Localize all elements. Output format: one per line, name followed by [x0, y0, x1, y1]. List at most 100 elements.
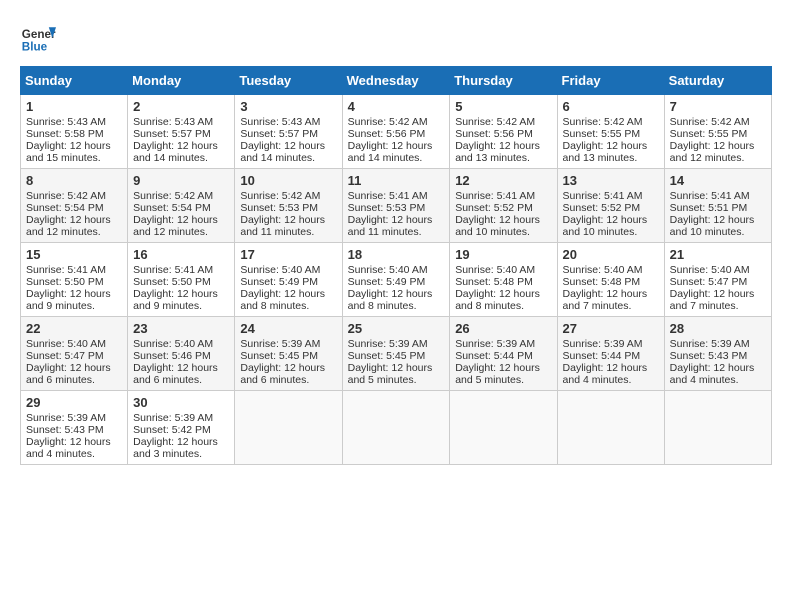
- day-info-line: Daylight: 12 hours: [133, 288, 229, 300]
- day-number: 6: [563, 99, 659, 114]
- day-info-line: Daylight: 12 hours: [240, 288, 336, 300]
- day-info-line: Daylight: 12 hours: [563, 288, 659, 300]
- day-info-line: Daylight: 12 hours: [26, 214, 122, 226]
- day-info-line: Daylight: 12 hours: [26, 288, 122, 300]
- day-info-line: Sunset: 5:43 PM: [26, 424, 122, 436]
- week-row-1: 1Sunrise: 5:43 AMSunset: 5:58 PMDaylight…: [21, 95, 772, 169]
- day-info-line: Daylight: 12 hours: [670, 362, 766, 374]
- day-info-line: Sunrise: 5:40 AM: [133, 338, 229, 350]
- day-info-line: Daylight: 12 hours: [348, 288, 445, 300]
- day-info-line: Sunrise: 5:43 AM: [240, 116, 336, 128]
- header-saturday: Saturday: [664, 67, 771, 95]
- day-cell-16: 16Sunrise: 5:41 AMSunset: 5:50 PMDayligh…: [128, 243, 235, 317]
- day-cell-6: 6Sunrise: 5:42 AMSunset: 5:55 PMDaylight…: [557, 95, 664, 169]
- day-number: 24: [240, 321, 336, 336]
- day-info-line: Sunset: 5:50 PM: [133, 276, 229, 288]
- day-cell-30: 30Sunrise: 5:39 AMSunset: 5:42 PMDayligh…: [128, 391, 235, 465]
- day-cell-8: 8Sunrise: 5:42 AMSunset: 5:54 PMDaylight…: [21, 169, 128, 243]
- day-number: 21: [670, 247, 766, 262]
- day-info-line: and 13 minutes.: [455, 152, 551, 164]
- day-info-line: Sunset: 5:43 PM: [670, 350, 766, 362]
- day-info-line: Daylight: 12 hours: [563, 140, 659, 152]
- day-info-line: Sunrise: 5:39 AM: [133, 412, 229, 424]
- calendar-table: Sunday Monday Tuesday Wednesday Thursday…: [20, 66, 772, 465]
- day-info-line: Sunrise: 5:42 AM: [26, 190, 122, 202]
- day-cell-26: 26Sunrise: 5:39 AMSunset: 5:44 PMDayligh…: [450, 317, 557, 391]
- day-cell-empty-5: [664, 391, 771, 465]
- day-info-line: and 13 minutes.: [563, 152, 659, 164]
- day-info-line: Sunset: 5:46 PM: [133, 350, 229, 362]
- day-info-line: Sunset: 5:53 PM: [348, 202, 445, 214]
- day-cell-21: 21 Sunrise: 5:40 AMSunset: 5:47 PMDayligh…: [664, 243, 771, 317]
- day-info-line: Daylight: 12 hours: [240, 214, 336, 226]
- day-number: 2: [133, 99, 229, 114]
- day-info-line: Sunrise: 5:40 AM: [670, 264, 766, 276]
- day-info-line: and 6 minutes.: [240, 374, 336, 386]
- day-cell-25: 25Sunrise: 5:39 AMSunset: 5:45 PMDayligh…: [342, 317, 450, 391]
- day-info-line: Sunrise: 5:41 AM: [455, 190, 551, 202]
- day-info-line: Sunset: 5:58 PM: [26, 128, 122, 140]
- header-wednesday: Wednesday: [342, 67, 450, 95]
- day-info-line: Sunset: 5:47 PM: [670, 276, 766, 288]
- day-info-line: and 8 minutes.: [455, 300, 551, 312]
- day-info-line: Daylight: 12 hours: [563, 362, 659, 374]
- day-info-line: Sunset: 5:56 PM: [455, 128, 551, 140]
- day-cell-empty-2: [342, 391, 450, 465]
- day-info-line: Sunrise: 5:42 AM: [455, 116, 551, 128]
- day-info-line: and 11 minutes.: [348, 226, 445, 238]
- day-info-line: and 8 minutes.: [240, 300, 336, 312]
- day-info-line: Daylight: 12 hours: [26, 362, 122, 374]
- day-info-line: Daylight: 12 hours: [133, 214, 229, 226]
- day-info-line: Sunrise: 5:41 AM: [563, 190, 659, 202]
- day-cell-empty-4: [557, 391, 664, 465]
- page-header: General Blue: [20, 20, 772, 56]
- day-info-line: Sunset: 5:45 PM: [240, 350, 336, 362]
- day-info-line: Sunset: 5:44 PM: [563, 350, 659, 362]
- week-row-3: 15Sunrise: 5:41 AMSunset: 5:50 PMDayligh…: [21, 243, 772, 317]
- day-info-line: Sunrise: 5:39 AM: [240, 338, 336, 350]
- day-number: 17: [240, 247, 336, 262]
- day-info-line: Sunrise: 5:39 AM: [26, 412, 122, 424]
- day-info-line: and 6 minutes.: [26, 374, 122, 386]
- header-monday: Monday: [128, 67, 235, 95]
- day-cell-18: 18Sunrise: 5:40 AMSunset: 5:49 PMDayligh…: [342, 243, 450, 317]
- day-cell-27: 27Sunrise: 5:39 AMSunset: 5:44 PMDayligh…: [557, 317, 664, 391]
- day-info-line: and 5 minutes.: [455, 374, 551, 386]
- day-info-line: Daylight: 12 hours: [26, 140, 122, 152]
- header-thursday: Thursday: [450, 67, 557, 95]
- day-number: 8: [26, 173, 122, 188]
- day-info-line: and 5 minutes.: [348, 374, 445, 386]
- day-info-line: and 12 minutes.: [670, 152, 766, 164]
- day-info-line: Daylight: 12 hours: [133, 140, 229, 152]
- day-info-line: Sunrise: 5:42 AM: [133, 190, 229, 202]
- day-info-line: and 10 minutes.: [455, 226, 551, 238]
- day-info-line: Sunset: 5:45 PM: [348, 350, 445, 362]
- day-cell-5: 5Sunrise: 5:42 AMSunset: 5:56 PMDaylight…: [450, 95, 557, 169]
- day-info-line: Daylight: 12 hours: [455, 140, 551, 152]
- week-row-4: 22Sunrise: 5:40 AMSunset: 5:47 PMDayligh…: [21, 317, 772, 391]
- day-number: 15: [26, 247, 122, 262]
- day-info-line: Sunrise: 5:40 AM: [26, 338, 122, 350]
- day-number: 27: [563, 321, 659, 336]
- day-info-line: Daylight: 12 hours: [133, 436, 229, 448]
- week-row-5: 29Sunrise: 5:39 AMSunset: 5:43 PMDayligh…: [21, 391, 772, 465]
- day-number: 11: [348, 173, 445, 188]
- day-info-line: Sunset: 5:55 PM: [670, 128, 766, 140]
- day-info-line: Sunset: 5:57 PM: [133, 128, 229, 140]
- day-cell-2: 2Sunrise: 5:43 AMSunset: 5:57 PMDaylight…: [128, 95, 235, 169]
- day-number: 4: [348, 99, 445, 114]
- day-cell-22: 22Sunrise: 5:40 AMSunset: 5:47 PMDayligh…: [21, 317, 128, 391]
- day-info-line: Daylight: 12 hours: [133, 362, 229, 374]
- day-info-line: Daylight: 12 hours: [348, 140, 445, 152]
- week-row-2: 8Sunrise: 5:42 AMSunset: 5:54 PMDaylight…: [21, 169, 772, 243]
- day-info-line: and 8 minutes.: [348, 300, 445, 312]
- day-info-line: Daylight: 12 hours: [455, 214, 551, 226]
- day-cell-empty-3: [450, 391, 557, 465]
- day-info-line: Daylight: 12 hours: [670, 288, 766, 300]
- svg-text:Blue: Blue: [22, 41, 48, 54]
- day-info-line: Sunrise: 5:40 AM: [455, 264, 551, 276]
- day-number: 22: [26, 321, 122, 336]
- day-info-line: Sunset: 5:44 PM: [455, 350, 551, 362]
- day-cell-9: 9Sunrise: 5:42 AMSunset: 5:54 PMDaylight…: [128, 169, 235, 243]
- day-number: 18: [348, 247, 445, 262]
